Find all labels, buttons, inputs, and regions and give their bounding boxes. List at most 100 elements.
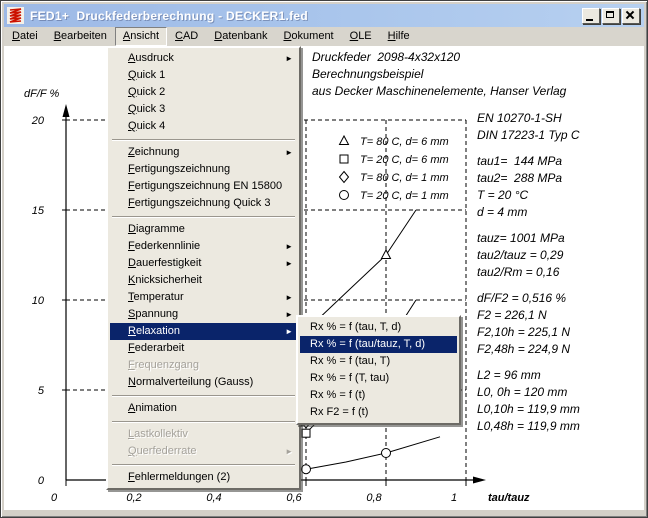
spacer [477, 221, 580, 230]
menu-item-zeichnung[interactable]: Zeichnung► [110, 144, 297, 161]
menu-item-federkennlinie[interactable]: Federkennlinie► [110, 238, 297, 255]
result-line: tau2= 288 MPa [477, 170, 580, 187]
submenu-item-rx-tau-tauz-t-d[interactable]: Rx % = f (tau/tauz, T, d) [300, 336, 457, 353]
relaxation-submenu: Rx % = f (tau, T, d) Rx % = f (tau/tauz,… [296, 315, 461, 425]
y-tick-label: 5 [38, 385, 45, 397]
menu-separator [112, 139, 295, 141]
menubar-item-dokument[interactable]: Dokument [275, 27, 341, 46]
result-line: L0,10h = 119,9 mm [477, 401, 580, 418]
spacer [477, 281, 580, 290]
x-tick-label: 0,2 [126, 492, 141, 504]
x-tick-label: 0,6 [286, 492, 302, 504]
titlebar[interactable]: FED1+ Druckfederberechnung - DECKER1.fed [4, 4, 644, 27]
y-tick-label: 20 [31, 115, 45, 127]
menu-item-knicksicherheit[interactable]: Knicksicherheit [110, 272, 297, 289]
menu-item-dauerfestigkeit[interactable]: Dauerfestigkeit► [110, 255, 297, 272]
menu-item-federarbeit[interactable]: Federarbeit [110, 340, 297, 357]
x-tick-label: 0,4 [206, 492, 221, 504]
legend-label: T= 80 C, d= 6 mm [360, 136, 449, 148]
menu-item-quick-1[interactable]: Quick 1 [110, 67, 297, 84]
menu-item-normalverteilung[interactable]: Normalverteilung (Gauss) [110, 374, 297, 391]
maximize-icon [606, 11, 614, 18]
legend-label: T= 80 C, d= 1 mm [360, 172, 449, 184]
menu-item-spannung[interactable]: Spannung► [110, 306, 297, 323]
menubar-item-hilfe[interactable]: Hilfe [380, 27, 418, 46]
menu-item-relaxation[interactable]: Relaxation► [110, 323, 297, 340]
result-line: T = 20 °C [477, 187, 580, 204]
y-tick-label: 10 [32, 295, 45, 307]
result-line: L0,48h = 119,9 mm [477, 418, 580, 435]
y-tick-label: 0 [38, 475, 45, 487]
minimize-icon [586, 19, 593, 21]
result-line: F2,48h = 224,9 N [477, 341, 580, 358]
menu-item-frequenzgang: Frequenzgang [110, 357, 297, 374]
submenu-item-rx-t-tau[interactable]: Rx % = f (T, tau) [300, 370, 457, 387]
submenu-arrow-icon: ► [285, 289, 293, 306]
window-title: FED1+ Druckfederberechnung - DECKER1.fed [30, 9, 308, 23]
result-line: tauz= 1001 MPa [477, 230, 580, 247]
x-tick-label: 0 [51, 492, 58, 504]
menubar-item-ansicht[interactable]: Ansicht [115, 27, 167, 46]
menubar-item-datei[interactable]: Datei [4, 27, 46, 46]
submenu-item-rx-f2-t[interactable]: Rx F2 = f (t) [300, 404, 457, 421]
result-line: EN 10270-1-SH [477, 110, 580, 127]
x-axis-arrow-icon [473, 477, 486, 484]
result-line: F2 = 226,1 N [477, 307, 580, 324]
square-marker [340, 155, 348, 163]
menubar-item-ole[interactable]: OLE [342, 27, 380, 46]
menu-item-querfederrate: Querfederrate► [110, 443, 297, 460]
result-line: dF/F2 = 0,516 % [477, 290, 580, 307]
y-tick-label: 15 [32, 205, 45, 217]
x-axis-title: tau/tauz [488, 492, 530, 504]
result-line: tau2/tauz = 0,29 [477, 247, 580, 264]
menu-item-lastkollektiv: Lastkollektiv [110, 426, 297, 443]
ansicht-menu: Ausdruck► Quick 1 Quick 2 Quick 3 Quick … [106, 46, 301, 490]
note-line: Berechnungsbeispiel [312, 66, 566, 83]
submenu-item-rx-t[interactable]: Rx % = f (t) [300, 387, 457, 404]
triangle-marker [382, 250, 391, 259]
menu-item-quick-4[interactable]: Quick 4 [110, 118, 297, 135]
menu-item-animation[interactable]: Animation [110, 400, 297, 417]
diamond-marker [340, 172, 349, 183]
menu-item-temperatur[interactable]: Temperatur► [110, 289, 297, 306]
series-line [306, 437, 440, 469]
menu-separator [112, 464, 295, 466]
menu-item-fertigungszeichnung-en-15800[interactable]: Fertigungszeichnung EN 15800 [110, 178, 297, 195]
submenu-arrow-icon: ► [285, 443, 293, 460]
submenu-item-rx-tau-t-d[interactable]: Rx % = f (tau, T, d) [300, 319, 457, 336]
result-line: F2,10h = 225,1 N [477, 324, 580, 341]
menubar-item-datenbank[interactable]: Datenbank [206, 27, 275, 46]
circle-marker [302, 465, 311, 474]
menu-separator [112, 421, 295, 423]
legend-label: T= 20 C, d= 6 mm [360, 154, 449, 166]
note-line: Druckfeder 2098-4x32x120 [312, 49, 566, 66]
menu-separator [112, 216, 295, 218]
square-marker [302, 429, 310, 437]
menu-separator [112, 395, 295, 397]
header-notes: Druckfeder 2098-4x32x120 Berechnungsbeis… [312, 49, 566, 100]
x-tick-label: 0,8 [366, 492, 382, 504]
menubar-item-cad[interactable]: CAD [167, 27, 206, 46]
menu-item-quick-2[interactable]: Quick 2 [110, 84, 297, 101]
circle-marker [340, 191, 349, 200]
menu-item-ausdruck[interactable]: Ausdruck► [110, 50, 297, 67]
menu-item-quick-3[interactable]: Quick 3 [110, 101, 297, 118]
menu-item-diagramme[interactable]: Diagramme [110, 221, 297, 238]
circle-marker [382, 449, 391, 458]
minimize-button[interactable] [582, 8, 600, 24]
submenu-arrow-icon: ► [285, 306, 293, 323]
menubar: Datei Bearbeiten Ansicht CAD Datenbank D… [4, 27, 644, 46]
close-button[interactable] [622, 8, 640, 24]
app-spring-icon [7, 7, 24, 24]
submenu-item-rx-tau-t[interactable]: Rx % = f (tau, T) [300, 353, 457, 370]
menu-item-fehlermeldungen[interactable]: Fehlermeldungen (2) [110, 469, 297, 486]
close-icon [625, 11, 635, 19]
maximize-button[interactable] [602, 8, 620, 24]
result-panel: EN 10270-1-SH DIN 17223-1 Typ C tau1= 14… [477, 110, 580, 435]
submenu-arrow-icon: ► [285, 323, 293, 340]
menubar-item-bearbeiten[interactable]: Bearbeiten [46, 27, 115, 46]
result-line: tau2/Rm = 0,16 [477, 264, 580, 281]
menu-item-fertigungszeichnung[interactable]: Fertigungszeichnung [110, 161, 297, 178]
menu-item-fertigungszeichnung-quick-3[interactable]: Fertigungszeichnung Quick 3 [110, 195, 297, 212]
submenu-arrow-icon: ► [285, 238, 293, 255]
